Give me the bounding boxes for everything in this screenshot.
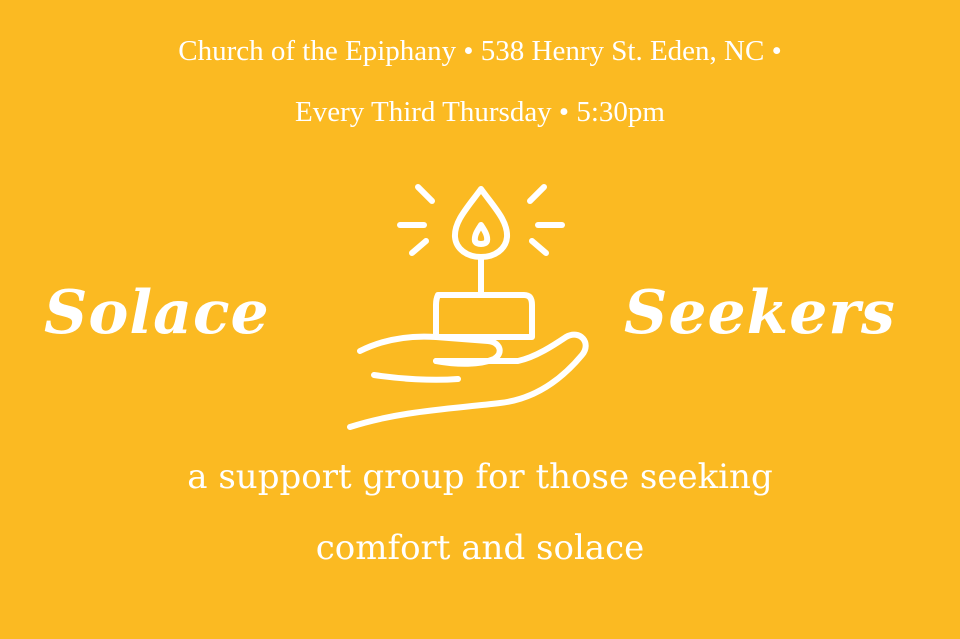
candle-body <box>433 292 535 340</box>
ray-low-left <box>409 238 429 256</box>
ray-top-right <box>527 184 547 204</box>
hand-palm <box>347 331 589 430</box>
ray-top-left <box>415 184 435 204</box>
tagline-line-2: comfort and solace <box>315 528 645 568</box>
title-word-solace: Solace <box>44 278 270 348</box>
hand-finger-crease <box>371 372 461 383</box>
header-schedule-line: Every Third Thursday • 5:30pm <box>295 96 665 128</box>
candle-in-hand-icon <box>347 184 589 430</box>
title-word-seekers: Seekers <box>624 278 896 348</box>
flame-inner <box>471 222 491 247</box>
ray-low-right <box>529 238 549 256</box>
header-location-line: Church of the Epiphany • 538 Henry St. E… <box>178 35 782 67</box>
tagline-line-1: a support group for those seeking <box>187 457 773 497</box>
flyer-page: { "header": { "line1": "Church of the Ep… <box>0 0 960 639</box>
